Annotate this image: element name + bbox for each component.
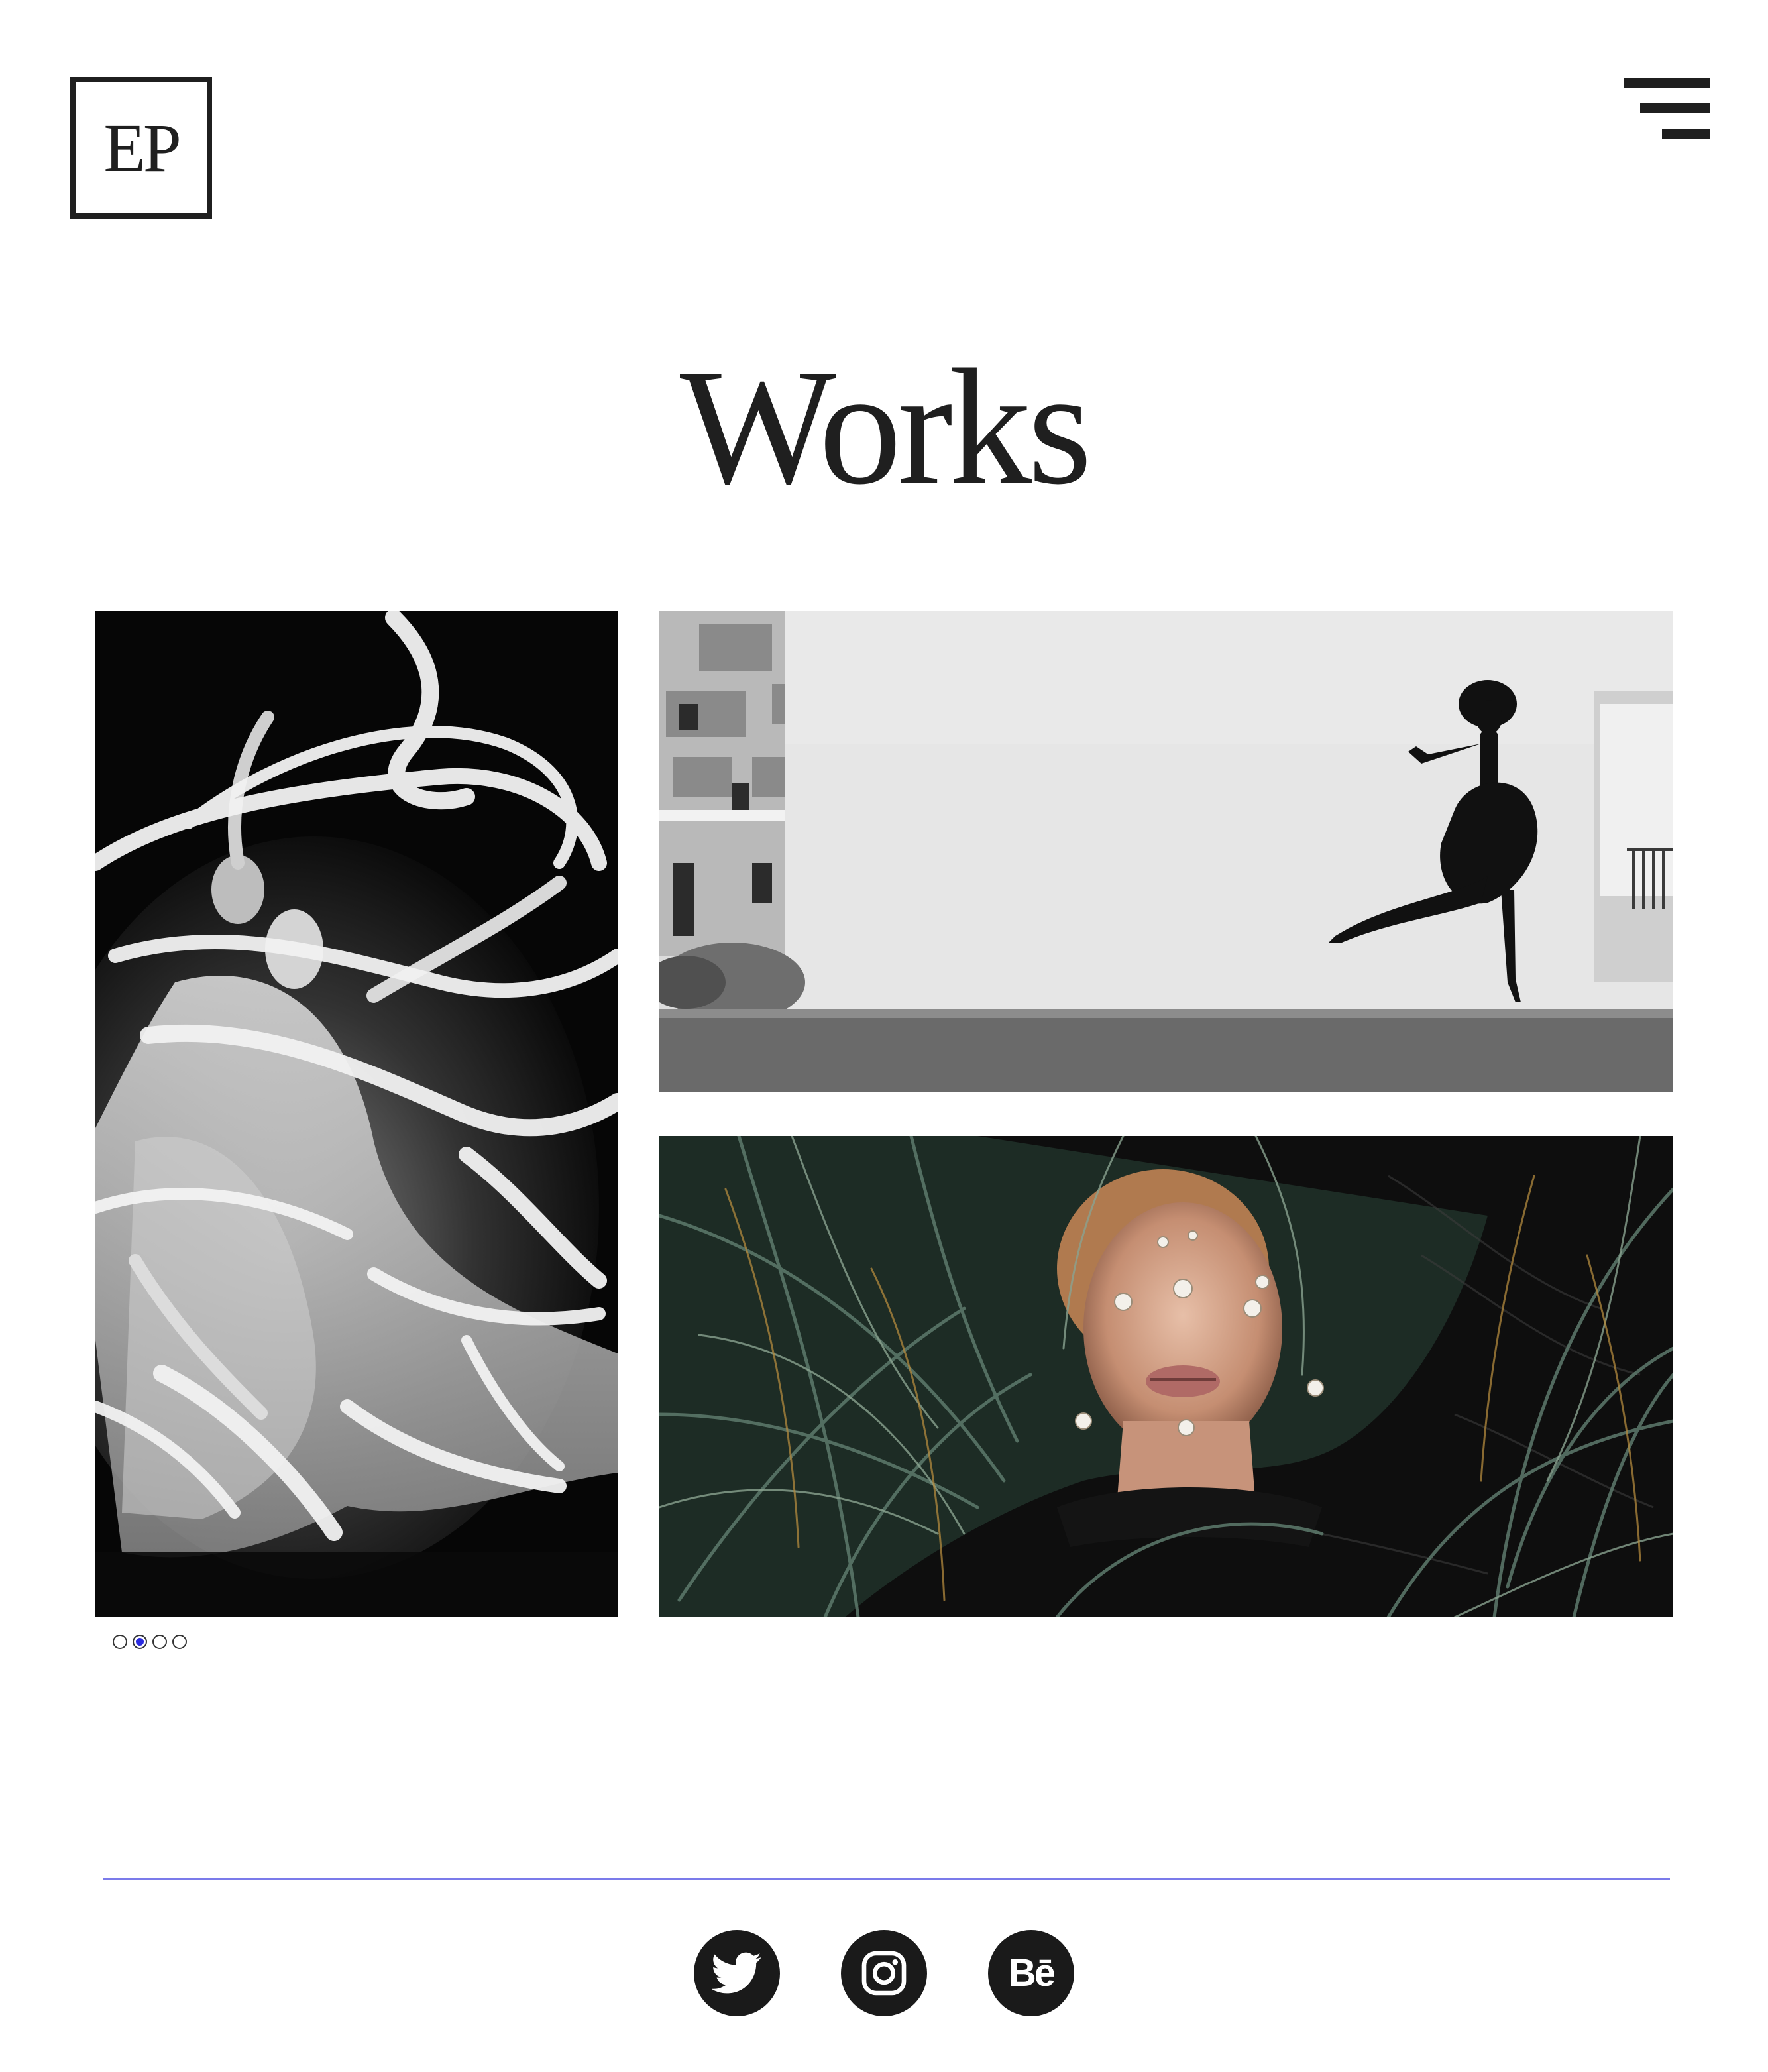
carousel-dot-4[interactable]	[172, 1635, 187, 1649]
carousel-dot-1[interactable]	[113, 1635, 127, 1649]
menu-bar-bottom	[1662, 129, 1710, 139]
behance-icon: Bē	[1008, 1951, 1056, 1994]
menu-bar-top	[1624, 78, 1710, 88]
carousel-dots	[113, 1635, 187, 1653]
logo-text: EP	[103, 110, 181, 186]
twitter-link[interactable]	[694, 1930, 780, 2016]
site-logo[interactable]: EP	[70, 77, 212, 219]
page-title: Works	[679, 335, 1092, 519]
jumping-woman-photo[interactable]	[659, 611, 1673, 1092]
jumping-woman-image	[659, 611, 1673, 1092]
dancer-ribbons-image	[95, 611, 618, 1617]
twitter-bird-icon	[712, 1952, 761, 1994]
footer-divider	[103, 1878, 1670, 1880]
menu-bar-middle	[1640, 103, 1710, 113]
woman-in-grass-image	[659, 1136, 1673, 1617]
social-links: Bē	[0, 1930, 1768, 2016]
woman-in-grass-photo[interactable]	[659, 1136, 1673, 1617]
carousel-dot-2-active[interactable]	[133, 1635, 147, 1649]
carousel-dot-3[interactable]	[152, 1635, 167, 1649]
instagram-camera-icon	[861, 1951, 907, 1996]
behance-link[interactable]: Bē	[988, 1930, 1074, 2016]
hamburger-menu-icon[interactable]	[1624, 78, 1710, 139]
instagram-link[interactable]	[841, 1930, 927, 2016]
dancer-ribbons-photo[interactable]	[95, 611, 618, 1617]
